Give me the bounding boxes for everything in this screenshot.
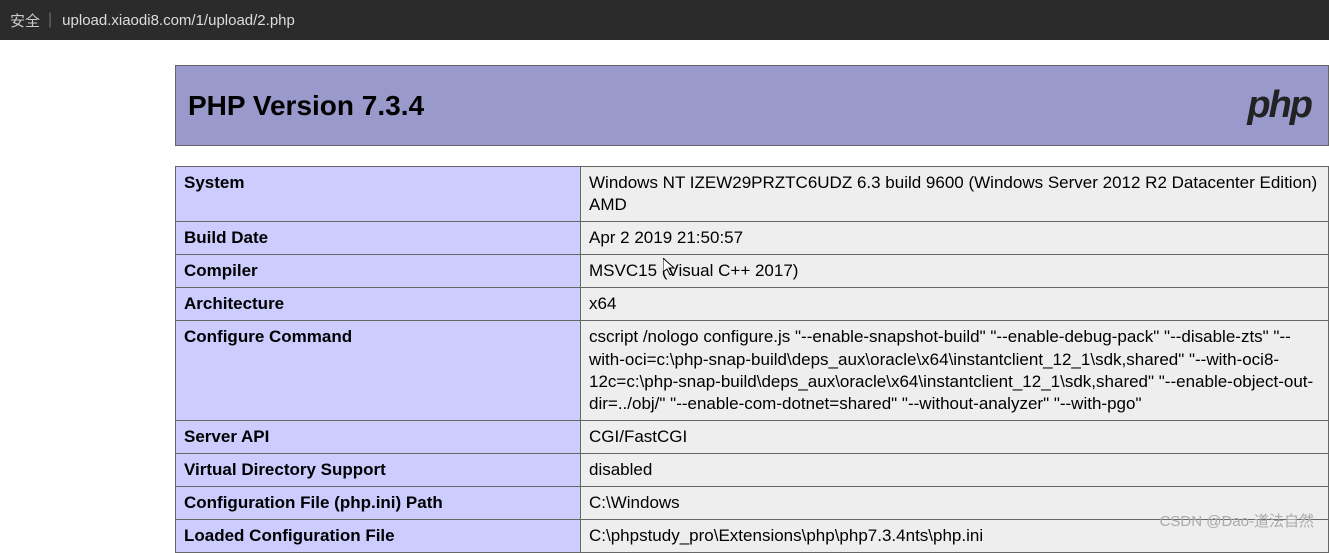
- row-value: x64: [581, 288, 1329, 321]
- row-value: cscript /nologo configure.js "--enable-s…: [581, 321, 1329, 420]
- watermark-text: CSDN @Dao-道法自然: [1160, 510, 1314, 531]
- security-label: 安全: [10, 10, 40, 31]
- url-text[interactable]: upload.xiaodi8.com/1/upload/2.php: [62, 12, 295, 29]
- row-label: Server API: [176, 420, 581, 453]
- row-value: Windows NT IZEW29PRZTC6UDZ 6.3 build 960…: [581, 167, 1329, 222]
- php-version-title: PHP Version 7.3.4: [188, 90, 424, 122]
- row-label: Virtual Directory Support: [176, 453, 581, 486]
- row-label: Configuration File (php.ini) Path: [176, 487, 581, 520]
- page-content: PHP Version 7.3.4 php System Windows NT …: [0, 40, 1329, 553]
- table-row: System Windows NT IZEW29PRZTC6UDZ 6.3 bu…: [176, 167, 1329, 222]
- table-row: Configuration File (php.ini) Path C:\Win…: [176, 487, 1329, 520]
- url-separator: |: [48, 11, 52, 29]
- table-row: Architecture x64: [176, 288, 1329, 321]
- row-label: Loaded Configuration File: [176, 520, 581, 553]
- phpinfo-table: System Windows NT IZEW29PRZTC6UDZ 6.3 bu…: [175, 166, 1329, 553]
- row-value: MSVC15 (Visual C++ 2017): [581, 255, 1329, 288]
- table-row: Build Date Apr 2 2019 21:50:57: [176, 222, 1329, 255]
- phpinfo-header: PHP Version 7.3.4 php: [175, 65, 1329, 146]
- table-row: Server API CGI/FastCGI: [176, 420, 1329, 453]
- php-logo-icon: php: [1247, 84, 1316, 127]
- row-label: Build Date: [176, 222, 581, 255]
- row-value: CGI/FastCGI: [581, 420, 1329, 453]
- row-label: Configure Command: [176, 321, 581, 420]
- row-value: disabled: [581, 453, 1329, 486]
- row-label: System: [176, 167, 581, 222]
- table-row: Loaded Configuration File C:\phpstudy_pr…: [176, 520, 1329, 553]
- table-row: Virtual Directory Support disabled: [176, 453, 1329, 486]
- table-row: Compiler MSVC15 (Visual C++ 2017): [176, 255, 1329, 288]
- row-value: Apr 2 2019 21:50:57: [581, 222, 1329, 255]
- row-label: Compiler: [176, 255, 581, 288]
- row-label: Architecture: [176, 288, 581, 321]
- table-row: Configure Command cscript /nologo config…: [176, 321, 1329, 420]
- browser-address-bar: 安全 | upload.xiaodi8.com/1/upload/2.php: [0, 0, 1329, 40]
